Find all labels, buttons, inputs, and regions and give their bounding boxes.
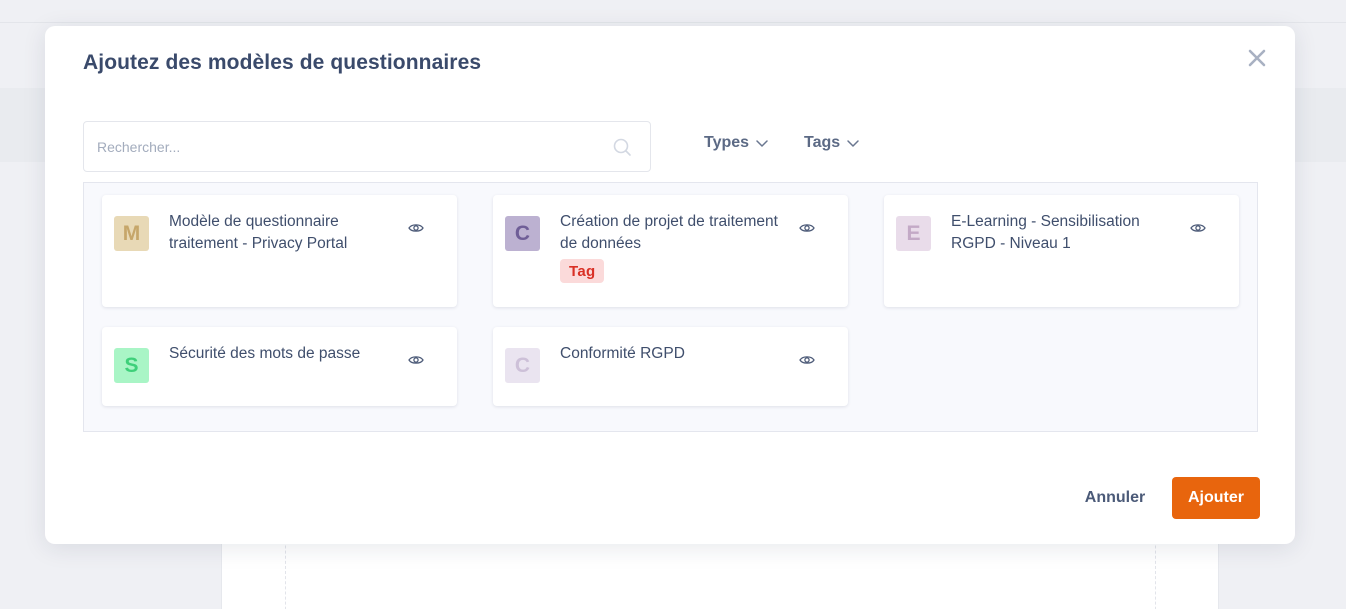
chevron-down-icon xyxy=(756,140,768,147)
add-button[interactable]: Ajouter xyxy=(1172,477,1260,519)
modal-title: Ajoutez des modèles de questionnaires xyxy=(83,51,482,74)
background-divider xyxy=(0,22,1346,23)
types-filter-label: Types xyxy=(704,134,750,151)
preview-button[interactable] xyxy=(407,219,425,237)
preview-button[interactable] xyxy=(1189,219,1207,237)
template-title: Modèle de questionnaire traitement - Pri… xyxy=(169,213,348,252)
template-card[interactable]: E E-Learning - Sensibilisation RGPD - Ni… xyxy=(884,195,1239,307)
tags-filter-dropdown[interactable]: Tags xyxy=(804,132,860,154)
templates-grid: M Modèle de questionnaire traitement - P… xyxy=(83,182,1258,432)
template-avatar: C xyxy=(505,348,540,383)
search-icon xyxy=(613,138,631,156)
eye-icon xyxy=(408,356,424,364)
template-card[interactable]: C Création de projet de traitement de do… xyxy=(493,195,848,307)
template-title: E-Learning - Sensibilisation RGPD - Nive… xyxy=(951,213,1140,252)
eye-icon xyxy=(799,224,815,232)
template-avatar: E xyxy=(896,216,931,251)
chevron-down-icon xyxy=(847,140,859,147)
template-avatar: M xyxy=(114,216,149,251)
tag-badge: Tag xyxy=(560,259,605,283)
eye-icon xyxy=(408,224,424,232)
template-card[interactable]: M Modèle de questionnaire traitement - P… xyxy=(102,195,457,307)
eye-icon xyxy=(1190,224,1206,232)
template-card[interactable]: C Conformité RGPD xyxy=(493,327,848,406)
eye-icon xyxy=(799,356,815,364)
close-button[interactable] xyxy=(1245,46,1269,70)
template-avatar: S xyxy=(114,348,149,383)
template-title: Sécurité des mots de passe xyxy=(169,345,361,362)
types-filter-dropdown[interactable]: Types xyxy=(704,132,769,154)
close-icon xyxy=(1248,49,1266,67)
cancel-button[interactable]: Annuler xyxy=(1070,477,1160,519)
template-card[interactable]: S Sécurité des mots de passe xyxy=(102,327,457,406)
tags-filter-label: Tags xyxy=(804,134,841,151)
search-box xyxy=(83,121,651,172)
preview-button[interactable] xyxy=(798,219,816,237)
search-input[interactable] xyxy=(84,122,650,171)
template-title: Création de projet de traitement de donn… xyxy=(560,213,778,252)
template-title: Conformité RGPD xyxy=(560,345,685,362)
preview-button[interactable] xyxy=(798,351,816,369)
preview-button[interactable] xyxy=(407,351,425,369)
template-avatar: C xyxy=(505,216,540,251)
add-templates-modal: Ajoutez des modèles de questionnaires Ty… xyxy=(45,26,1295,544)
